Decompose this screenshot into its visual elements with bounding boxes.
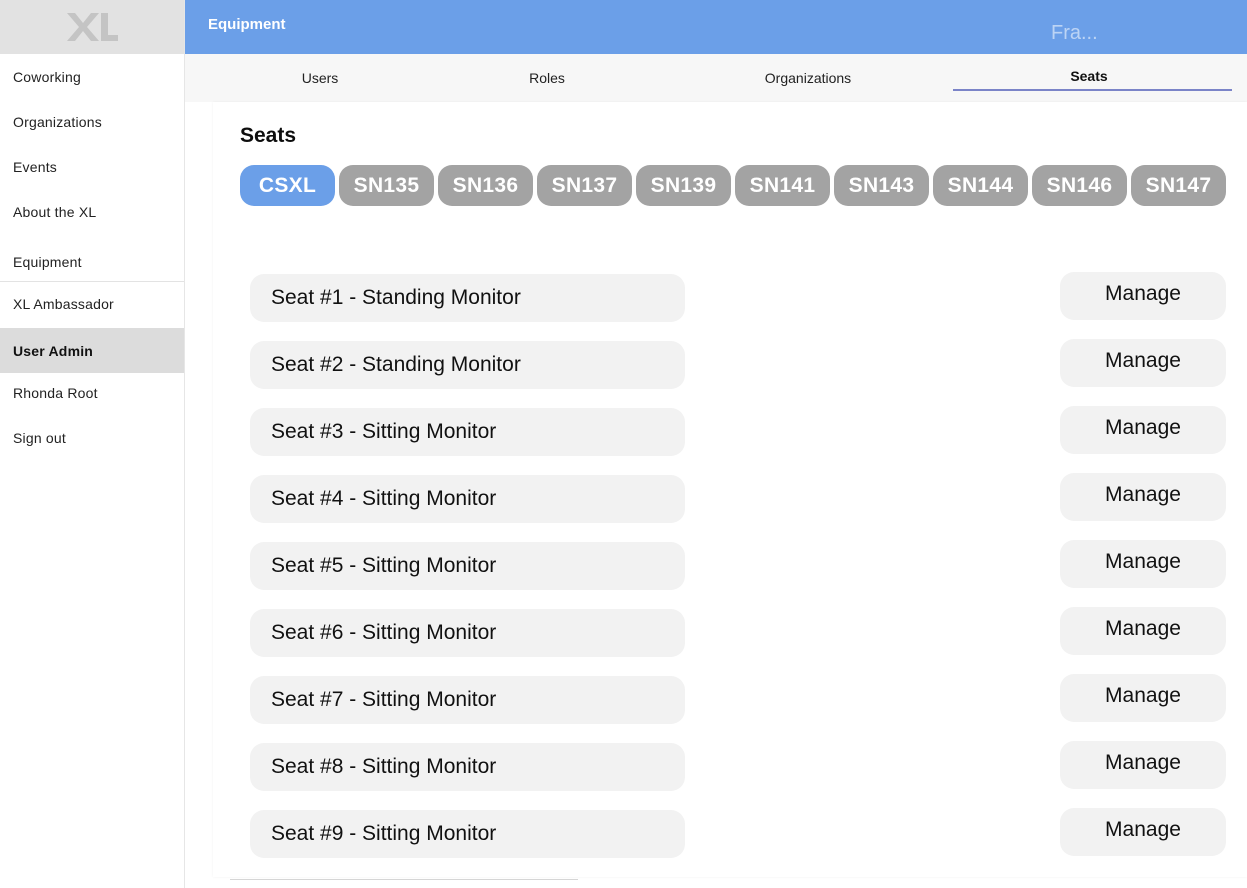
room-chip-sn137[interactable]: SN137 — [537, 165, 632, 206]
seat-name: Seat #9 - Sitting Monitor — [271, 822, 497, 845]
sidebar-item-profile[interactable]: Rhonda Root — [0, 370, 184, 415]
manage-button-seat-3[interactable]: Manage — [1060, 406, 1226, 454]
sidebar-item-label: Events — [13, 158, 57, 175]
seat-name: Seat #6 - Sitting Monitor — [271, 621, 497, 644]
sidebar-item-label: About the XL — [13, 203, 97, 220]
sidebar-item-user-admin[interactable]: User Admin — [0, 328, 184, 373]
seat-name: Seat #5 - Sitting Monitor — [271, 554, 497, 577]
seat-row-5[interactable]: Seat #5 - Sitting Monitor — [250, 542, 685, 590]
xl-logo-icon — [67, 13, 118, 41]
active-tab-indicator — [953, 89, 1232, 91]
room-chip-sn143[interactable]: SN143 — [834, 165, 929, 206]
room-chip-sn139[interactable]: SN139 — [636, 165, 731, 206]
tab-roles[interactable]: Roles — [507, 70, 587, 86]
sidebar-item-ambassador[interactable]: XL Ambassador — [0, 281, 184, 326]
sidebar-item-label: User Admin — [13, 342, 94, 359]
sidebar-item-sign-out[interactable]: Sign out — [0, 415, 184, 460]
tab-users[interactable]: Users — [280, 70, 360, 86]
sidebar-item-equipment[interactable]: Equipment — [0, 239, 184, 284]
seat-name: Seat #8 - Sitting Monitor — [271, 755, 497, 778]
sidebar-item-about[interactable]: About the XL — [0, 189, 184, 234]
seat-row-3[interactable]: Seat #3 - Sitting Monitor — [250, 408, 685, 456]
sidebar-item-label: XL Ambassador — [13, 295, 114, 312]
room-chip-sn144[interactable]: SN144 — [933, 165, 1028, 206]
logo[interactable] — [0, 0, 184, 54]
seat-row-9[interactable]: Seat #9 - Sitting Monitor — [250, 810, 685, 858]
manage-button-seat-1[interactable]: Manage — [1060, 272, 1226, 320]
sidebar-item-events[interactable]: Events — [0, 144, 184, 189]
seat-name: Seat #1 - Standing Monitor — [271, 286, 521, 309]
sidebar-item-label: Rhonda Root — [13, 384, 98, 401]
seat-row-1[interactable]: Seat #1 - Standing Monitor — [250, 274, 685, 322]
manage-button-seat-9[interactable]: Manage — [1060, 808, 1226, 856]
tab-seats[interactable]: Seats — [1049, 68, 1129, 84]
manage-button-seat-8[interactable]: Manage — [1060, 741, 1226, 789]
room-chip-sn146[interactable]: SN146 — [1032, 165, 1127, 206]
seat-row-4[interactable]: Seat #4 - Sitting Monitor — [250, 475, 685, 523]
tab-organizations[interactable]: Organizations — [748, 70, 868, 86]
room-chip-sn136[interactable]: SN136 — [438, 165, 533, 206]
seat-name: Seat #3 - Sitting Monitor — [271, 420, 497, 443]
sidebar-item-label: Coworking — [13, 68, 81, 85]
sidebar-item-label: Sign out — [13, 429, 66, 446]
admin-tabs: Users Roles Organizations Seats — [185, 54, 1247, 102]
header-ghost-text: Fra... — [1051, 22, 1098, 44]
manage-button-seat-2[interactable]: Manage — [1060, 339, 1226, 387]
room-chip-sn135[interactable]: SN135 — [339, 165, 434, 206]
room-chip-sn147[interactable]: SN147 — [1131, 165, 1226, 206]
manage-button-seat-7[interactable]: Manage — [1060, 674, 1226, 722]
seat-name: Seat #7 - Sitting Monitor — [271, 688, 497, 711]
manage-button-seat-6[interactable]: Manage — [1060, 607, 1226, 655]
room-chip-sn141[interactable]: SN141 — [735, 165, 830, 206]
sidebar-item-organizations[interactable]: Organizations — [0, 99, 184, 144]
page-title: Equipment — [208, 16, 286, 33]
sidebar-item-label: Equipment — [13, 253, 82, 270]
seat-name: Seat #2 - Standing Monitor — [271, 353, 521, 376]
sidebar-item-label: Organizations — [13, 113, 102, 130]
seat-name: Seat #4 - Sitting Monitor — [271, 487, 497, 510]
section-title: Seats — [240, 124, 297, 147]
seat-row-8[interactable]: Seat #8 - Sitting Monitor — [250, 743, 685, 791]
seat-row-2[interactable]: Seat #2 - Standing Monitor — [250, 341, 685, 389]
manage-button-seat-5[interactable]: Manage — [1060, 540, 1226, 588]
top-header: Equipment Fra... — [185, 0, 1247, 54]
seat-row-7[interactable]: Seat #7 - Sitting Monitor — [250, 676, 685, 724]
bottom-divider — [230, 878, 578, 880]
sidebar-item-coworking[interactable]: Coworking — [0, 54, 184, 99]
room-chip-csxl[interactable]: CSXL — [240, 165, 335, 206]
manage-button-seat-4[interactable]: Manage — [1060, 473, 1226, 521]
seat-row-6[interactable]: Seat #6 - Sitting Monitor — [250, 609, 685, 657]
sidebar: Coworking Organizations Events About the… — [0, 0, 185, 888]
